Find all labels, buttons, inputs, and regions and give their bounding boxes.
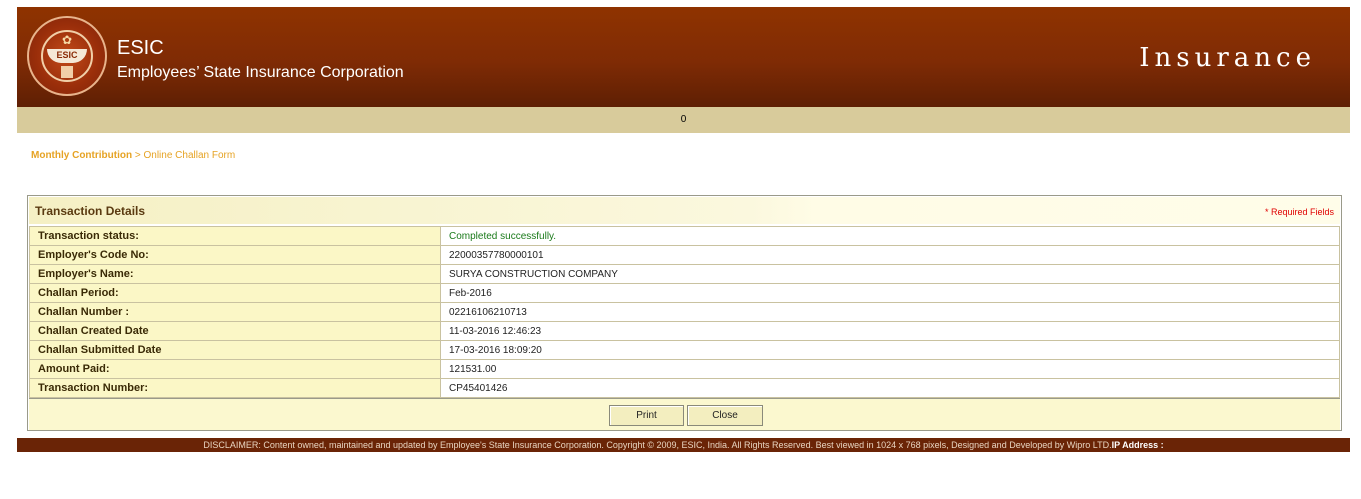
disclaimer-text: DISCLAIMER: Content owned, maintained an… xyxy=(203,440,1112,450)
brand-subtitle: Employees’ State Insurance Corporation xyxy=(117,64,404,81)
required-fields-note: * Required Fields xyxy=(1264,207,1334,217)
info-strip: 0 xyxy=(17,107,1350,133)
footer-disclaimer: DISCLAIMER: Content owned, maintained an… xyxy=(17,438,1350,452)
table-row: Employer's Code No: 22000357780000101 xyxy=(29,245,1340,265)
header-banner: ✿ ESIC ESIC Employees’ State Insurance C… xyxy=(17,7,1350,107)
breadcrumb-current: Online Challan Form xyxy=(143,150,236,161)
button-row: Print Close xyxy=(29,398,1340,430)
detail-value: 22000357780000101 xyxy=(440,245,1340,265)
detail-label: Challan Submitted Date xyxy=(29,340,441,360)
table-row: Challan Created Date 11-03-2016 12:46:23 xyxy=(29,321,1340,341)
detail-label: Challan Created Date xyxy=(29,321,441,341)
table-row: Challan Period: Feb-2016 xyxy=(29,283,1340,303)
table-row: Amount Paid: 121531.00 xyxy=(29,359,1340,379)
detail-value: SURYA CONSTRUCTION COMPANY xyxy=(440,264,1340,284)
lamp-icon: ✿ xyxy=(61,33,73,47)
breadcrumb: Monthly Contribution > Online Challan Fo… xyxy=(31,150,235,161)
detail-label: Employer's Name: xyxy=(29,264,441,284)
detail-value: 121531.00 xyxy=(440,359,1340,379)
panel-title: Transaction Details xyxy=(35,204,146,218)
logo-stand xyxy=(61,66,73,78)
ip-address-label: IP Address : xyxy=(1111,440,1164,450)
breadcrumb-separator: > xyxy=(132,150,144,161)
detail-value: 17-03-2016 18:09:20 xyxy=(440,340,1340,360)
detail-value: Completed successfully. xyxy=(440,226,1340,246)
transaction-details-panel: Transaction Details * Required Fields Tr… xyxy=(27,195,1342,431)
detail-value: Feb-2016 xyxy=(440,283,1340,303)
table-row: Transaction status: Completed successfull… xyxy=(29,226,1340,246)
page-frame: ✿ ESIC ESIC Employees’ State Insurance C… xyxy=(17,7,1350,452)
panel-header: Transaction Details * Required Fields xyxy=(29,197,1340,224)
print-button[interactable]: Print xyxy=(609,405,684,426)
esic-logo: ✿ ESIC xyxy=(27,16,107,96)
detail-label: Transaction Number: xyxy=(29,378,441,398)
brand-title: ESIC xyxy=(117,37,164,59)
detail-value: CP45401426 xyxy=(440,378,1340,398)
detail-label: Transaction status: xyxy=(29,226,441,246)
detail-label: Amount Paid: xyxy=(29,359,441,379)
detail-label: Challan Number : xyxy=(29,302,441,322)
header-tagline: Insurance xyxy=(1139,43,1316,73)
detail-label: Challan Period: xyxy=(29,283,441,303)
table-row: Challan Number :02216106210713 xyxy=(29,302,1340,322)
detail-label: Employer's Code No: xyxy=(29,245,441,265)
table-row: Transaction Number: CP45401426 xyxy=(29,378,1340,398)
detail-value: 02216106210713 xyxy=(440,302,1340,322)
detail-value: 11-03-2016 12:46:23 xyxy=(440,321,1340,341)
close-button[interactable]: Close xyxy=(687,405,763,426)
table-row: Employer's Name: SURYA CONSTRUCTION COMPA… xyxy=(29,264,1340,284)
transaction-details-table: Transaction status: Completed successfull… xyxy=(29,226,1340,398)
table-row: Challan Submitted Date 17-03-2016 18:09:2… xyxy=(29,340,1340,360)
breadcrumb-monthly-contribution[interactable]: Monthly Contribution xyxy=(31,150,132,161)
